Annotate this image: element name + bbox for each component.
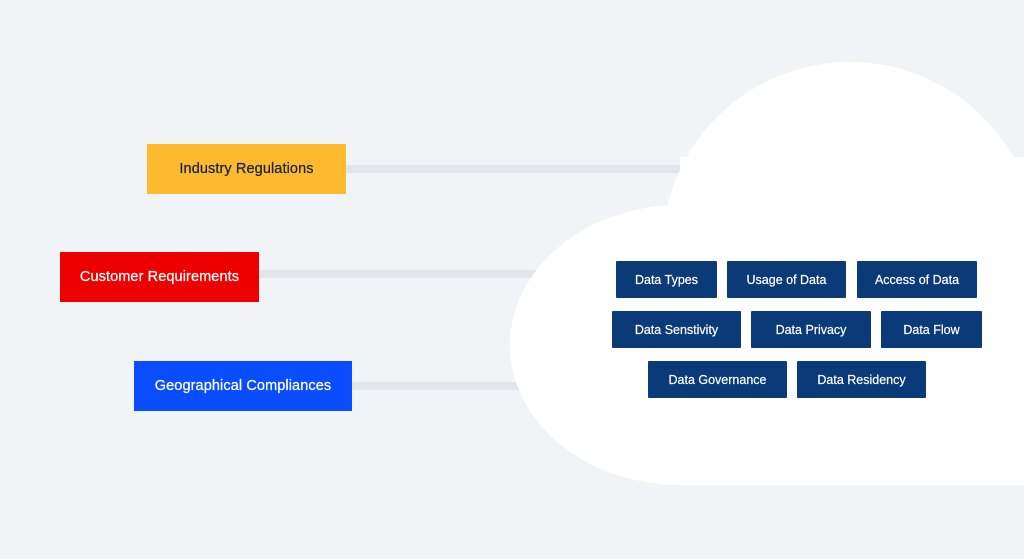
chip-data-privacy: Data Privacy [751, 311, 871, 348]
chip-label: Data Flow [903, 322, 960, 337]
chip-label: Data Governance [668, 372, 767, 387]
category-geographical-compliances: Geographical Compliances [134, 361, 352, 411]
chip-access-of-data: Access of Data [857, 261, 977, 298]
category-customer-requirements: Customer Requirements [60, 252, 259, 302]
chip-label: Data Privacy [775, 322, 847, 337]
chip-label: Data Senstivity [634, 322, 719, 337]
chip-data-residency: Data Residency [797, 361, 926, 398]
chip-data-types: Data Types [616, 261, 717, 298]
category-label: Geographical Compliances [154, 378, 332, 394]
chip-data-governance: Data Governance [648, 361, 787, 398]
chip-label: Usage of Data [746, 272, 827, 287]
chip-data-flow: Data Flow [881, 311, 982, 348]
chip-label: Access of Data [874, 272, 960, 287]
chip-usage-of-data: Usage of Data [727, 261, 846, 298]
chip-label: Data Types [634, 272, 698, 287]
category-label: Customer Requirements [79, 269, 240, 285]
diagram-canvas: Industry Regulations Customer Requiremen… [0, 0, 1024, 559]
category-industry-regulations: Industry Regulations [147, 144, 346, 194]
chip-data-sensitivity: Data Senstivity [612, 311, 741, 348]
chip-label: Data Residency [817, 372, 906, 387]
category-label: Industry Regulations [179, 161, 314, 177]
